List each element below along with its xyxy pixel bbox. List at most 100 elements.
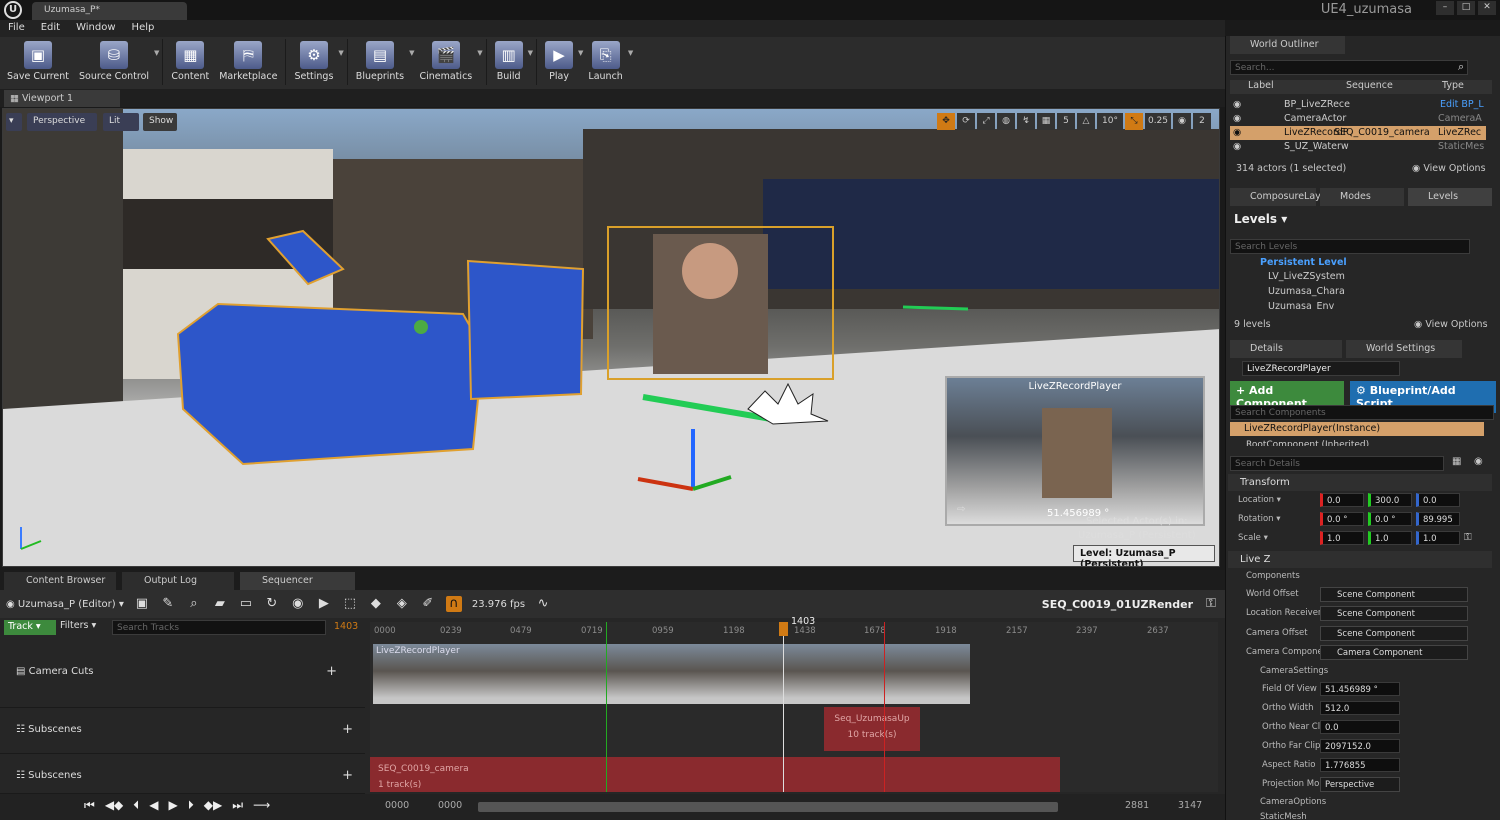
key-icon[interactable]: ◆ xyxy=(368,596,384,612)
location-receiver-dropdown[interactable]: Scene Component xyxy=(1320,606,1468,621)
filters-button[interactable]: Filters ▾ xyxy=(60,620,108,631)
lock-icon[interactable]: ⚿ xyxy=(1464,532,1472,543)
dropdown-arrow-icon[interactable]: ▼ xyxy=(528,49,533,57)
range-end[interactable]: 3147 xyxy=(1178,800,1202,811)
tab-world-settings[interactable]: World Settings xyxy=(1346,340,1462,358)
prev-key-icon[interactable]: ◀◆ xyxy=(105,798,123,813)
scale-label[interactable]: Scale ▾ xyxy=(1238,533,1268,543)
range-start[interactable]: 0000 xyxy=(385,800,409,811)
add-icon[interactable]: + xyxy=(342,768,353,783)
location-x[interactable]: 0.0 xyxy=(1320,493,1364,507)
minimize-icon[interactable]: – xyxy=(1436,1,1454,15)
marketplace-button[interactable]: ⛿ Marketplace xyxy=(214,39,282,84)
menu-help[interactable]: Help xyxy=(132,22,155,35)
search-icon[interactable]: ⌕ xyxy=(1458,60,1464,74)
levels-menu[interactable]: Levels ▾ xyxy=(1234,212,1287,226)
menu-window[interactable]: Window xyxy=(76,22,115,35)
scale-snap-value[interactable]: 0.25 xyxy=(1145,113,1171,130)
auto-key-icon[interactable]: ◈ xyxy=(394,596,410,612)
level-viewport[interactable]: ▾ Perspective Lit Show ✥ ⟳ ⤢ ◍ ↯ ▦ 5 △ 1… xyxy=(2,108,1220,567)
live-z-section[interactable]: Live Z xyxy=(1228,551,1492,568)
tab-world-outliner[interactable]: World Outliner xyxy=(1230,36,1345,54)
location-z[interactable]: 0.0 xyxy=(1416,493,1460,507)
scale-snap-icon[interactable]: ⤡ xyxy=(1125,113,1143,130)
level-item[interactable]: Persistent Level xyxy=(1230,256,1492,270)
level-item[interactable]: Uzumasa_Chara xyxy=(1230,285,1492,300)
tab-content-browser[interactable]: Content Browser xyxy=(4,572,116,590)
tab-output-log[interactable]: Output Log xyxy=(122,572,234,590)
outliner-search[interactable]: Search... xyxy=(1230,60,1468,75)
loop-icon[interactable]: ⟶ xyxy=(253,798,270,813)
tab-composure[interactable]: ComposureLay xyxy=(1230,188,1321,206)
rotation-snap-value[interactable]: 10° xyxy=(1097,113,1123,130)
transform-section[interactable]: Transform xyxy=(1228,474,1492,491)
components-group[interactable]: Components xyxy=(1246,571,1300,581)
camera-component-dropdown[interactable]: Camera Component xyxy=(1320,645,1468,660)
move-mode-icon[interactable]: ✥ xyxy=(937,113,955,130)
lock-icon[interactable]: ⚿ xyxy=(1203,596,1219,612)
show-button[interactable]: Show xyxy=(143,113,177,131)
scale-x[interactable]: 1.0 xyxy=(1320,531,1364,545)
rotation-label[interactable]: Rotation ▾ xyxy=(1238,514,1281,524)
select-icon[interactable]: ⬚ xyxy=(342,596,358,612)
eye-icon[interactable]: ◉ xyxy=(1233,98,1241,112)
surface-snap-icon[interactable]: ↯ xyxy=(1017,113,1035,130)
world-context-dropdown[interactable]: ◉ Uzumasa_P (Editor) ▾ xyxy=(6,599,124,610)
camera-settings-group[interactable]: CameraSettings xyxy=(1260,666,1328,676)
levels-view-options[interactable]: ◉ View Options xyxy=(1414,319,1488,330)
maximize-icon[interactable]: □ xyxy=(1457,1,1475,15)
settings-button[interactable]: ⚙ Settings xyxy=(289,39,338,84)
eye-icon[interactable]: ◉ xyxy=(1233,126,1241,140)
tab-modes[interactable]: Modes xyxy=(1320,188,1404,206)
location-label[interactable]: Location ▾ xyxy=(1238,495,1281,505)
levels-search[interactable]: Search Levels xyxy=(1230,239,1470,254)
search-components-input[interactable]: Search Components xyxy=(1230,405,1494,420)
camera-options-group[interactable]: CameraOptions xyxy=(1260,797,1326,807)
level-item[interactable]: LV_LiveZSystem xyxy=(1230,270,1492,285)
save-icon[interactable]: ▣ xyxy=(134,596,150,612)
outliner-row[interactable]: ◉ S_UZ_Waterw StaticMes xyxy=(1230,140,1486,154)
curve-editor-icon[interactable]: ∿ xyxy=(535,596,551,612)
jump-end-icon[interactable]: ⏭ xyxy=(232,798,243,813)
grid-view-icon[interactable]: ▦ xyxy=(1452,456,1461,467)
level-item[interactable]: Uzumasa_Env xyxy=(1230,300,1492,310)
root-component[interactable]: RootComponent (Inherited) xyxy=(1246,438,1486,446)
launch-button[interactable]: ⎘ Launch xyxy=(583,39,627,84)
scale-mode-icon[interactable]: ⤢ xyxy=(977,113,995,130)
projection-mode-dropdown[interactable]: Perspective xyxy=(1320,777,1400,792)
build-button[interactable]: ▥ Build xyxy=(490,39,528,84)
rotation-z[interactable]: 89.995 xyxy=(1416,512,1460,526)
subscene-clip-camera[interactable]: SEQ_C0019_camera 1 track(s) xyxy=(370,757,1060,792)
camera-cuts-track[interactable]: ▤ Camera Cuts + xyxy=(0,638,365,708)
search-icon[interactable]: ⌕ xyxy=(186,596,202,612)
next-key-icon[interactable]: ◆▶ xyxy=(204,798,222,813)
view-start[interactable]: 0000 xyxy=(438,800,462,811)
fps-dropdown[interactable]: 23.976 fps xyxy=(472,599,525,610)
step-back-icon[interactable]: ⏴ xyxy=(133,798,139,813)
tab-sequencer[interactable]: Sequencer xyxy=(240,572,355,590)
camera-offset-dropdown[interactable]: Scene Component xyxy=(1320,626,1468,641)
perspective-button[interactable]: Perspective xyxy=(27,113,97,131)
grid-snap-value[interactable]: 5 xyxy=(1057,113,1075,130)
pin-icon[interactable]: ⇨ xyxy=(957,504,965,515)
viewport-tab[interactable]: ▦ Viewport 1 xyxy=(4,90,120,107)
camera-icon[interactable]: ▭ xyxy=(238,596,254,612)
camera-speed-icon[interactable]: ◉ xyxy=(1173,113,1191,130)
content-button[interactable]: ▦ Content xyxy=(166,39,214,84)
outliner-row[interactable]: ◉ CameraActor CameraA xyxy=(1230,112,1486,126)
dropdown-arrow-icon[interactable]: ▼ xyxy=(338,49,343,57)
save-current-button[interactable]: ▣ Save Current xyxy=(2,39,74,84)
static-mesh-group[interactable]: StaticMesh xyxy=(1260,812,1307,820)
aspect-ratio-input[interactable]: 1.776855 xyxy=(1320,758,1400,772)
component-instance[interactable]: LiveZRecordPlayer(Instance) xyxy=(1230,422,1484,436)
playhead[interactable] xyxy=(783,622,784,792)
eye-icon[interactable]: ◉ xyxy=(1233,112,1241,126)
ortho-width-input[interactable]: 512.0 xyxy=(1320,701,1400,715)
world-space-icon[interactable]: ◍ xyxy=(997,113,1015,130)
eye-icon[interactable]: ◉ xyxy=(290,596,306,612)
step-forward-icon[interactable]: ⏵ xyxy=(188,798,194,813)
timeline-scrollbar[interactable] xyxy=(478,802,1058,812)
rotation-y[interactable]: 0.0 ° xyxy=(1368,512,1412,526)
viewport-options-button[interactable]: ▾ xyxy=(6,113,22,131)
eye-icon[interactable]: ◉ xyxy=(1233,140,1241,154)
